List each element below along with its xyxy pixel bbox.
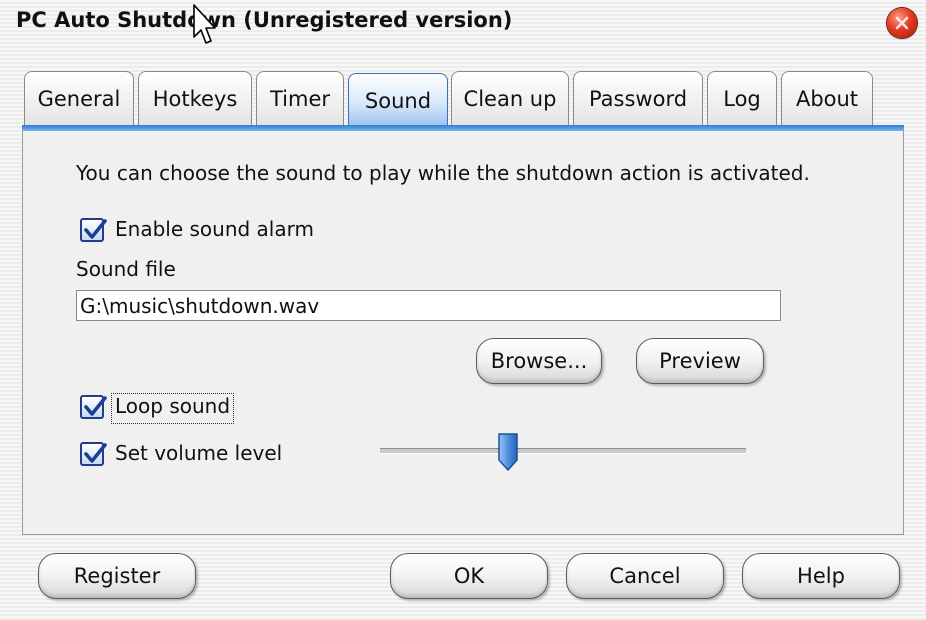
help-button-label: Help: [797, 564, 845, 588]
tab-label: Clean up: [463, 86, 557, 111]
tab-clean-up[interactable]: Clean up: [451, 71, 569, 125]
enable-sound-alarm-checkbox[interactable]: [80, 218, 107, 242]
set-volume-level-label[interactable]: Set volume level: [115, 441, 282, 465]
tab-label: General: [37, 86, 121, 111]
title-bar[interactable]: PC Auto Shutdown (Unregistered version): [0, 0, 926, 46]
tab-label: About: [795, 86, 859, 111]
help-button[interactable]: Help: [742, 553, 900, 599]
preview-button[interactable]: Preview: [636, 338, 764, 384]
set-volume-level-checkbox[interactable]: [80, 442, 107, 466]
cancel-button[interactable]: Cancel: [566, 553, 724, 599]
tab-label: Sound: [364, 88, 432, 113]
sound-file-input[interactable]: G:\music\shutdown.wav: [76, 290, 781, 321]
tab-label: Hotkeys: [152, 86, 238, 111]
tab-sound[interactable]: Sound: [348, 73, 448, 127]
slider-thumb-icon[interactable]: [497, 432, 519, 472]
tab-label: Timer: [269, 86, 331, 111]
volume-slider-track[interactable]: [380, 448, 746, 454]
ok-button-label: OK: [453, 564, 485, 588]
loop-sound-label[interactable]: Loop sound: [115, 394, 230, 418]
window-title: PC Auto Shutdown (Unregistered version): [16, 8, 513, 32]
register-button-label: Register: [73, 564, 161, 588]
cancel-button-label: Cancel: [609, 564, 681, 588]
enable-sound-alarm-label[interactable]: Enable sound alarm: [115, 217, 314, 241]
ok-button[interactable]: OK: [390, 553, 548, 599]
tab-general[interactable]: General: [24, 71, 134, 125]
tab-log[interactable]: Log: [707, 71, 777, 125]
sound-panel: [22, 131, 904, 535]
checkmark-icon: [84, 443, 107, 463]
sound-file-label: Sound file: [76, 257, 176, 281]
tab-label: Password: [588, 86, 688, 111]
loop-sound-checkbox[interactable]: [80, 395, 107, 419]
tab-timer[interactable]: Timer: [256, 71, 344, 125]
preview-button-label: Preview: [659, 349, 741, 373]
close-icon[interactable]: [887, 8, 917, 38]
checkmark-icon: [84, 219, 107, 239]
tab-about[interactable]: About: [781, 71, 873, 125]
mouse-cursor-icon: [192, 4, 216, 48]
checkmark-icon: [84, 396, 107, 416]
register-button[interactable]: Register: [38, 553, 196, 599]
sound-description: You can choose the sound to play while t…: [76, 161, 810, 185]
browse-button[interactable]: Browse...: [476, 338, 602, 384]
browse-button-label: Browse...: [490, 349, 588, 373]
tab-label: Log: [723, 86, 761, 111]
tab-hotkeys[interactable]: Hotkeys: [138, 71, 252, 125]
tab-password[interactable]: Password: [573, 71, 703, 125]
